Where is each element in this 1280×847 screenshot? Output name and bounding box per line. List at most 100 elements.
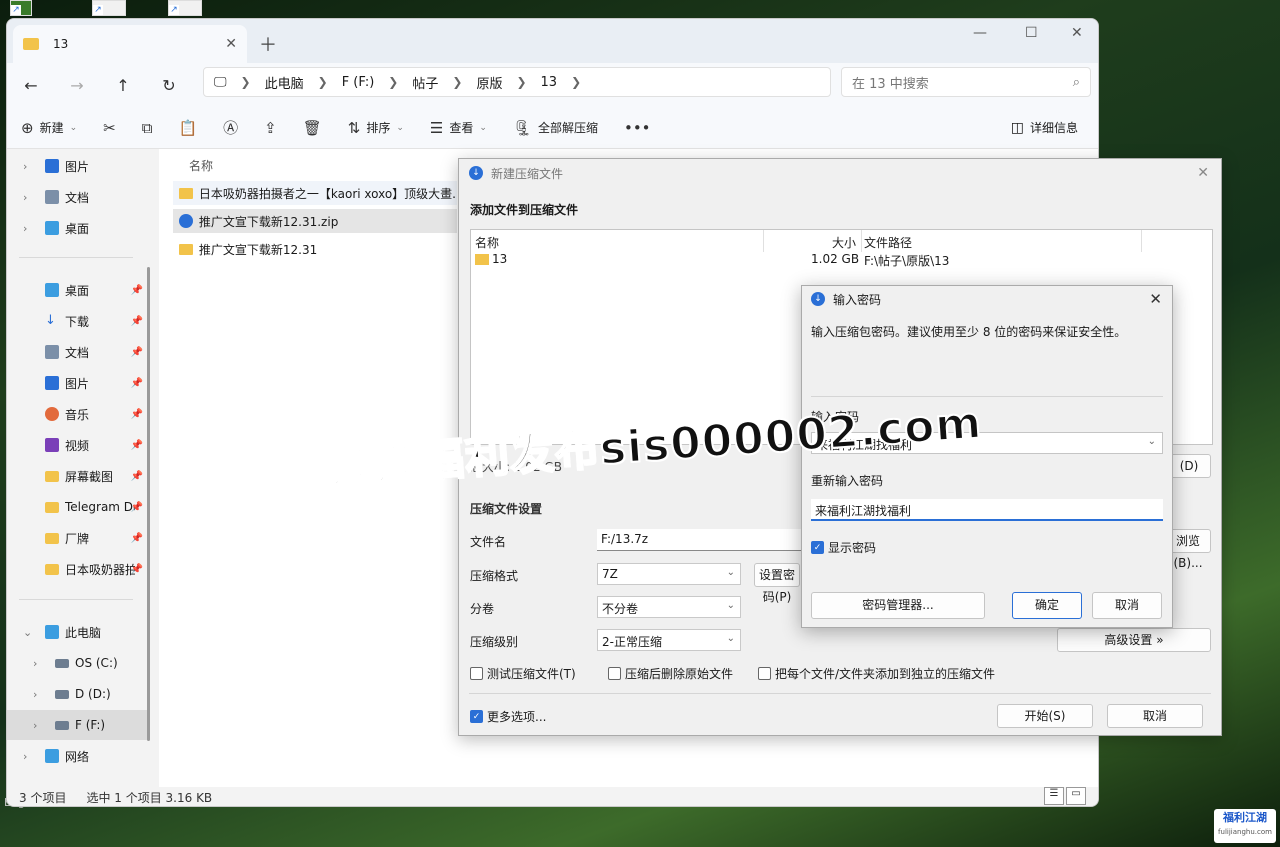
paste-icon: 📋 bbox=[178, 118, 198, 137]
folder-icon bbox=[179, 243, 193, 255]
quick-access-brands[interactable]: 厂牌 📌 bbox=[7, 523, 149, 553]
pin-icon: 📌 bbox=[130, 284, 143, 296]
desktop-shortcut[interactable]: ↗ bbox=[92, 0, 126, 16]
paste-button[interactable]: 📋 bbox=[178, 119, 197, 137]
view-button[interactable]: ☰ 查看 ⌄ bbox=[430, 119, 487, 137]
sidebar-item-this-pc[interactable]: ⌄ 此电脑 bbox=[7, 617, 149, 647]
table-row[interactable]: 13 bbox=[475, 252, 507, 266]
share-icon: ⇪ bbox=[264, 118, 277, 137]
minimize-icon[interactable]: — bbox=[973, 25, 987, 41]
divider bbox=[469, 693, 1211, 694]
separate-archives-checkbox[interactable]: 把每个文件/文件夹添加到独立的压缩文件 bbox=[758, 665, 995, 682]
sidebar-item-drive-d[interactable]: › D (D:) bbox=[7, 679, 149, 709]
close-tab-icon[interactable]: ✕ bbox=[225, 36, 237, 52]
up-icon[interactable]: ↑ bbox=[109, 76, 137, 95]
more-button[interactable]: ••• bbox=[624, 119, 651, 137]
sort-button[interactable]: ⇅ 排序 ⌄ bbox=[348, 119, 404, 137]
format-select[interactable]: 7Z ⌄ bbox=[597, 563, 741, 585]
level-select[interactable]: 2-正常压缩 ⌄ bbox=[597, 629, 741, 651]
maximize-icon[interactable]: ☐ bbox=[1025, 25, 1038, 41]
filename-field[interactable]: F:/13.7z bbox=[597, 529, 807, 551]
folder-icon bbox=[23, 38, 39, 50]
sidebar-scrollbar[interactable] bbox=[147, 267, 150, 741]
password-manager-button[interactable]: 密码管理器... bbox=[811, 592, 985, 619]
forward-icon[interactable]: → bbox=[63, 76, 91, 95]
breadcrumb-item[interactable]: 原版 bbox=[476, 73, 502, 92]
rename-button[interactable]: Ⓐ bbox=[223, 117, 238, 138]
tab-13[interactable]: 13 ✕ bbox=[13, 25, 247, 63]
pin-icon: 📌 bbox=[130, 408, 143, 420]
more-options-checkbox[interactable]: ✓ 更多选项... bbox=[470, 708, 546, 725]
drive-icon bbox=[55, 689, 69, 699]
pin-icon: 📌 bbox=[130, 377, 143, 389]
test-archive-checkbox[interactable]: 测试压缩文件(T) bbox=[470, 665, 576, 682]
check-icon: ✓ bbox=[470, 710, 483, 723]
share-button[interactable]: ⇪ bbox=[264, 119, 277, 137]
cut-button[interactable]: ✂ bbox=[103, 119, 116, 137]
new-tab-button[interactable]: ＋ bbox=[259, 31, 277, 57]
breadcrumb[interactable]: 🖵 ❯ 此电脑 ❯ F (F:) ❯ 帖子 ❯ 原版 ❯ 13 ❯ bbox=[203, 67, 831, 97]
desktop-shortcut[interactable]: ↗ bbox=[10, 0, 32, 16]
add-file-button[interactable]: (D) bbox=[1167, 454, 1211, 478]
close-icon[interactable]: ✕ bbox=[1197, 165, 1209, 181]
quick-access-telegram[interactable]: Telegram Desktop📌 bbox=[7, 492, 149, 522]
new-button[interactable]: ⊕ 新建 ⌄ bbox=[21, 119, 77, 137]
delete-after-checkbox[interactable]: 压缩后删除原始文件 bbox=[608, 665, 733, 682]
refresh-icon[interactable]: ↻ bbox=[155, 76, 183, 95]
extract-icon: 🗜 bbox=[512, 118, 532, 137]
breadcrumb-item[interactable]: F (F:) bbox=[342, 75, 375, 90]
breadcrumb-item[interactable]: 帖子 bbox=[412, 73, 438, 92]
tiles-view-icon[interactable]: ▭ bbox=[1066, 787, 1086, 805]
level-label: 压缩级别 bbox=[470, 635, 519, 649]
sidebar-item-desktop[interactable]: › 桌面 bbox=[7, 213, 149, 243]
sidebar-item-pictures[interactable]: › 图片 bbox=[7, 151, 149, 181]
quick-access-screenshots[interactable]: 屏幕截图 📌 bbox=[7, 461, 149, 491]
repeat-password-field[interactable]: 来福利江湖找福利 bbox=[811, 499, 1163, 521]
chevron-down-icon[interactable]: ⌄ bbox=[1148, 436, 1156, 447]
delete-button[interactable]: 🗑 bbox=[303, 119, 322, 137]
chevron-down-icon: ⌄ bbox=[23, 625, 33, 639]
quick-access-downloads[interactable]: ↓ 下载 📌 bbox=[7, 306, 149, 336]
cancel-button[interactable]: 取消 bbox=[1092, 592, 1162, 619]
set-password-button[interactable]: 设置密码(P) bbox=[754, 563, 800, 604]
details-view-icon[interactable]: ☰ bbox=[1044, 787, 1064, 805]
sidebar-item-network[interactable]: › 网络 bbox=[7, 741, 149, 771]
desktop-shortcut[interactable]: ↗ bbox=[168, 0, 202, 16]
close-window-icon[interactable]: ✕ bbox=[1071, 25, 1083, 41]
breadcrumb-item[interactable]: 13 bbox=[541, 75, 558, 90]
list-item[interactable]: 日本吸奶器拍摄者之一【kaori xoxo】顶级大畫... bbox=[173, 181, 457, 205]
start-button[interactable]: 开始(S) bbox=[997, 704, 1093, 728]
column-header-name[interactable]: 名称 bbox=[189, 157, 213, 174]
details-button[interactable]: ◫ 详细信息 bbox=[1011, 119, 1078, 136]
quick-access-folder[interactable]: 日本吸奶器拍摄者之一📌 bbox=[7, 554, 149, 584]
pictures-icon bbox=[45, 159, 59, 173]
sidebar-item-documents[interactable]: › 文档 bbox=[7, 182, 149, 212]
quick-access-pictures[interactable]: 图片 📌 bbox=[7, 368, 149, 398]
advanced-settings-button[interactable]: 高级设置 » bbox=[1057, 628, 1211, 652]
breadcrumb-item[interactable]: 此电脑 bbox=[265, 73, 304, 92]
back-icon[interactable]: ← bbox=[17, 76, 45, 95]
column-header-name[interactable]: 名称 bbox=[475, 234, 499, 251]
quick-access-videos[interactable]: 视频 📌 bbox=[7, 430, 149, 460]
quick-access-music[interactable]: 音乐 📌 bbox=[7, 399, 149, 429]
copy-icon: ⧉ bbox=[141, 118, 153, 137]
extract-all-button[interactable]: 🗜 全部解压缩 bbox=[513, 119, 598, 137]
column-header-size[interactable]: 大小 bbox=[832, 234, 856, 251]
column-header-path[interactable]: 文件路径 bbox=[864, 234, 912, 251]
cancel-button[interactable]: 取消 bbox=[1107, 704, 1203, 728]
quick-access-documents[interactable]: 文档 📌 bbox=[7, 337, 149, 367]
close-icon[interactable]: ✕ bbox=[1149, 290, 1162, 308]
chevron-down-icon: ⌄ bbox=[726, 600, 735, 611]
sidebar-item-drive-c[interactable]: › OS (C:) bbox=[7, 648, 149, 678]
site-logo: 福利江湖 fulijianghu.com bbox=[1214, 809, 1276, 843]
sidebar-item-drive-f[interactable]: › F (F:) bbox=[7, 710, 149, 740]
copy-button[interactable]: ⧉ bbox=[142, 119, 153, 137]
ok-button[interactable]: 确定 bbox=[1012, 592, 1082, 619]
split-select[interactable]: 不分卷 ⌄ bbox=[597, 596, 741, 618]
quick-access-desktop[interactable]: 桌面 📌 bbox=[7, 275, 149, 305]
dialog-message: 输入压缩包密码。建议使用至少 8 位的密码来保证安全性。 bbox=[811, 325, 1127, 339]
list-item[interactable]: 推广文宣下载新12.31 bbox=[173, 237, 457, 261]
search-input[interactable]: 在 13 中搜索 ⌕ bbox=[841, 67, 1091, 97]
show-password-checkbox[interactable]: ✓ 显示密码 bbox=[811, 539, 876, 556]
list-item[interactable]: 推广文宣下载新12.31.zip bbox=[173, 209, 457, 233]
